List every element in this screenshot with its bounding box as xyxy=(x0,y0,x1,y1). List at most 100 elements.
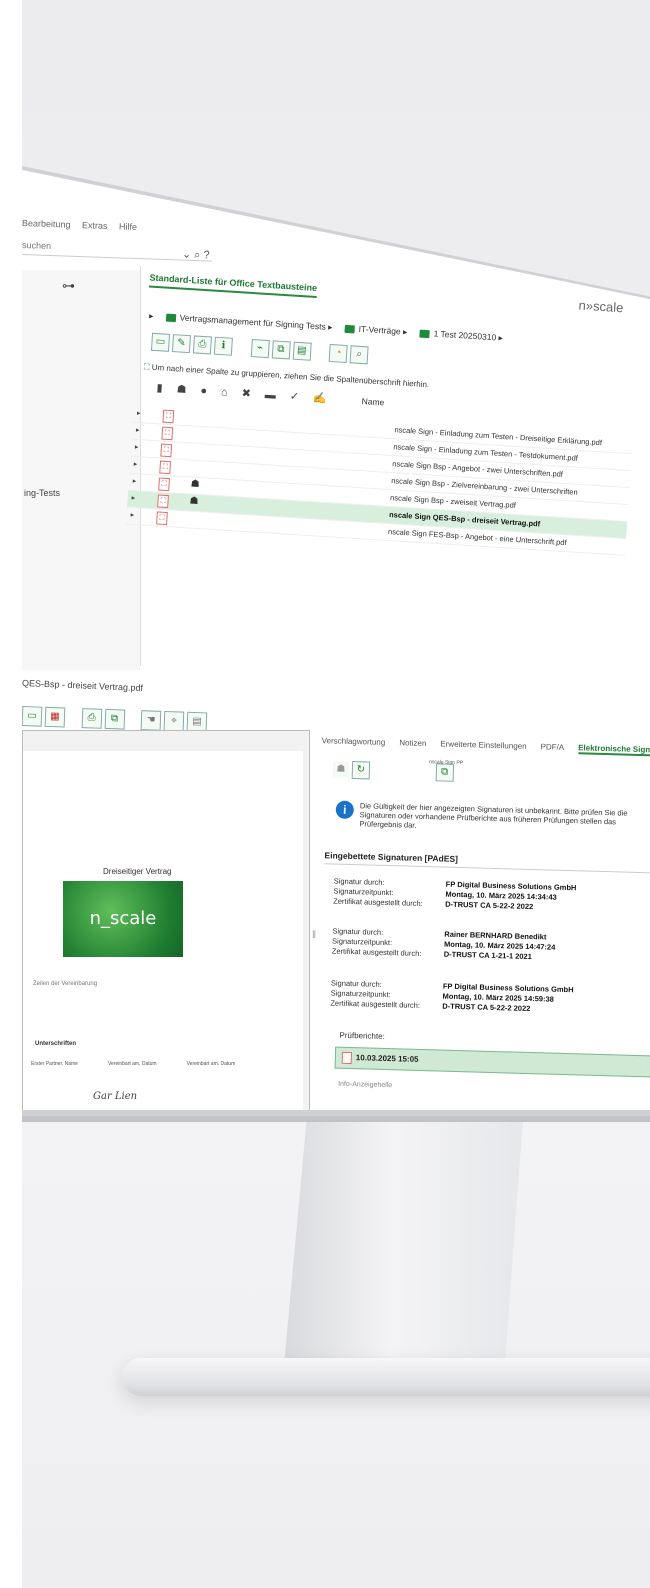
menu-bar: Bearbeitung Extras Hilfe xyxy=(22,218,146,232)
folder-icon xyxy=(165,313,176,322)
refresh-button[interactable]: ↻ xyxy=(351,760,371,780)
table-button[interactable]: ▤ xyxy=(292,341,312,361)
breadcrumb-arrow-icon: ▸ xyxy=(148,310,154,321)
report-row[interactable]: 10.03.2025 15:05 xyxy=(334,1046,650,1078)
print-button[interactable]: ⎙ xyxy=(81,708,102,729)
pdf-icon: ⛶ xyxy=(158,477,170,492)
tab-pdfa[interactable]: PDF/A xyxy=(540,742,564,752)
breadcrumb-label: IT-Verträge xyxy=(358,323,402,337)
expand-arrow-icon[interactable]: ▸ xyxy=(136,426,140,434)
tab-erweiterte-einstellungen[interactable]: Erweiterte Einstellungen xyxy=(440,739,526,750)
menu-item-extras[interactable]: Extras xyxy=(82,220,108,231)
mail-column-icon[interactable]: ▬ xyxy=(264,389,276,402)
tree-item-signing-tests[interactable]: ing-Tests xyxy=(24,488,60,498)
preview-toolbar: ▭ ▦ ⎙ ⧉ ☚ ⌖ ▤ xyxy=(22,706,210,733)
doc-signature-columns: Erster Partner, Name Vereinbart am, Datum… xyxy=(31,1061,265,1067)
search-button[interactable]: ⌕ xyxy=(349,345,369,365)
expand-arrow-icon[interactable]: ▸ xyxy=(137,409,141,417)
info-box: i Die Gültigkeit der hier angezeigten Sig… xyxy=(335,800,650,837)
issuer-label: Zertifikat ausgestellt durch: xyxy=(330,998,421,1010)
doc-col: Erster Partner, Name xyxy=(31,1061,78,1067)
expand-arrow-icon[interactable]: ▸ xyxy=(131,494,135,502)
sign-pp-button[interactable]: ⧉ xyxy=(435,763,454,782)
expand-arrow-icon[interactable]: ▸ xyxy=(130,511,134,519)
doc-logo-image: n_scale xyxy=(63,881,183,957)
edit-pen-button[interactable]: ✎ xyxy=(171,334,192,354)
folder-icon xyxy=(419,329,430,338)
page-button[interactable]: ▭ xyxy=(22,706,43,727)
expand-arrow-icon[interactable]: ▸ xyxy=(135,443,139,451)
signature-entry[interactable]: Signatur durch: Rainer BERNHARD Benedikt S… xyxy=(332,926,650,965)
issuer-value: D-TRUST CA 5-22-2 2022 xyxy=(442,1001,531,1014)
doc-col: Vereinbart am, Datum xyxy=(107,1061,157,1067)
app-screen: Bearbeitung Extras Hilfe suchen ⌄ ⌕ ? ⊶ … xyxy=(22,170,650,1110)
pdf-icon: ⛶ xyxy=(157,494,169,509)
document-preview[interactable]: Dreiseitiger Vertrag n_scale Zeilen der … xyxy=(22,730,310,1110)
search-icon[interactable]: ⌄ ⌕ ? xyxy=(182,248,210,263)
tab-verschlagwortung[interactable]: Verschlagwortung xyxy=(322,736,386,747)
issuer-label: Zertifikat ausgestellt durch: xyxy=(333,896,423,908)
lock-column-icon[interactable]: ⌂ xyxy=(221,386,228,398)
pdf-icon: ⛶ xyxy=(156,511,168,526)
status-column-icon[interactable]: ● xyxy=(200,385,207,397)
user-icon: ☗ xyxy=(190,478,200,491)
monitor-stand-neck xyxy=(284,1105,524,1365)
user-icon[interactable]: ☗ xyxy=(332,761,350,778)
signature-column-icon[interactable]: ✍ xyxy=(313,392,327,405)
tool-small-label: nscale Sign PP xyxy=(429,759,464,767)
select-tool-button[interactable]: ⌖ xyxy=(163,710,185,732)
pdf-icon: ⛶ xyxy=(161,426,174,441)
sign-column-icon[interactable]: ✓ xyxy=(289,391,299,404)
user-column-icon[interactable]: ☗ xyxy=(176,383,187,396)
hand-tool-button[interactable]: ☚ xyxy=(140,710,162,731)
breadcrumb-item[interactable]: 1 Test 20250310 ▸ xyxy=(419,328,503,343)
issuer-value: D-TRUST CA 5-22-2 2022 xyxy=(445,899,534,912)
expand-arrow-icon[interactable]: ▸ xyxy=(134,460,138,468)
info-icon: i xyxy=(335,800,355,820)
monitor-stand-base xyxy=(122,1358,650,1396)
menu-item-bearbeitung[interactable]: Bearbeitung xyxy=(22,218,71,230)
print-button[interactable]: ⎙ xyxy=(192,335,212,355)
flag-button[interactable]: ▦ xyxy=(44,706,66,728)
pdf-icon: ⛶ xyxy=(162,409,175,424)
list-toolbar: ▭ ✎ ⎙ ℹ ⌁ ⧉ ▤ ◔ ⌕ xyxy=(150,332,372,365)
doc-title: Dreiseitiger Vertrag xyxy=(103,867,172,876)
breadcrumb-item[interactable]: Vertragsmanagement für Signing Tests ▸ xyxy=(165,312,333,332)
tab-notizen[interactable]: Notizen xyxy=(399,738,426,748)
preview-page: Dreiseitiger Vertrag n_scale Zeilen der … xyxy=(23,751,303,1110)
menu-item-hilfe[interactable]: Hilfe xyxy=(119,221,137,232)
breadcrumb-item[interactable]: IT-Verträge ▸ xyxy=(344,323,408,337)
info-button[interactable]: ℹ xyxy=(213,336,233,356)
tree-hierarchy-icon[interactable]: ⊶ xyxy=(62,278,75,294)
doc-col: Vereinbart am, Datum xyxy=(186,1061,236,1067)
properties-panel: Verschlagwortung Notizen Erweiterte Einste… xyxy=(307,730,650,1110)
rss-button[interactable]: ◔ xyxy=(328,343,348,364)
document-table: ▸ ⛶ nscale Sign - Einladung zum Testen - D… xyxy=(125,405,633,556)
name-column-header[interactable]: Name xyxy=(361,396,384,407)
signature-entry[interactable]: Signatur durch: FP Digital Business Solut… xyxy=(333,877,650,916)
signature-entry[interactable]: Signatur durch: FP Digital Business Solut… xyxy=(330,978,650,1017)
delete-column-icon[interactable]: ✖ xyxy=(241,388,251,401)
doc-signature-label: Unterschriften xyxy=(35,1041,77,1047)
report-date: 10.03.2025 15:05 xyxy=(355,1053,419,1064)
doc-text-line: Zeilen der Vereinbarung xyxy=(33,981,98,987)
user-icon: ☗ xyxy=(189,495,199,507)
properties-tabs: Verschlagwortung Notizen Erweiterte Einste… xyxy=(322,736,650,757)
breadcrumb-label: 1 Test 20250310 xyxy=(433,328,497,343)
folder-icon xyxy=(344,324,355,334)
tab-elektronische-signaturen[interactable]: Elektronische Signaturen xyxy=(577,743,650,757)
list-title-tab[interactable]: Standard-Liste für Office Textbausteine xyxy=(148,272,318,299)
doc-type-column-icon[interactable]: ▮ xyxy=(156,382,163,394)
copy-button[interactable]: ⧉ xyxy=(271,340,291,360)
document-list-panel: Standard-Liste für Office Textbausteine … xyxy=(117,270,650,702)
info-text: Die Gültigkeit der hier angezeigten Sign… xyxy=(359,801,628,830)
monitor-view-button[interactable]: ▭ xyxy=(150,332,171,352)
copy-button[interactable]: ⧉ xyxy=(104,708,125,730)
handwritten-signature: Gar Lien xyxy=(93,1091,138,1102)
expand-arrow-icon[interactable]: ▸ xyxy=(132,477,136,485)
breadcrumb-label: Vertragsmanagement für Signing Tests xyxy=(179,312,327,332)
issuer-label: Zertifikat ausgestellt durch: xyxy=(331,946,422,958)
nscale-logo: n»scale xyxy=(578,297,624,316)
link-button[interactable]: ⌁ xyxy=(250,339,270,359)
monitor-photo: Bearbeitung Extras Hilfe suchen ⌄ ⌕ ? ⊶ … xyxy=(22,0,650,1588)
